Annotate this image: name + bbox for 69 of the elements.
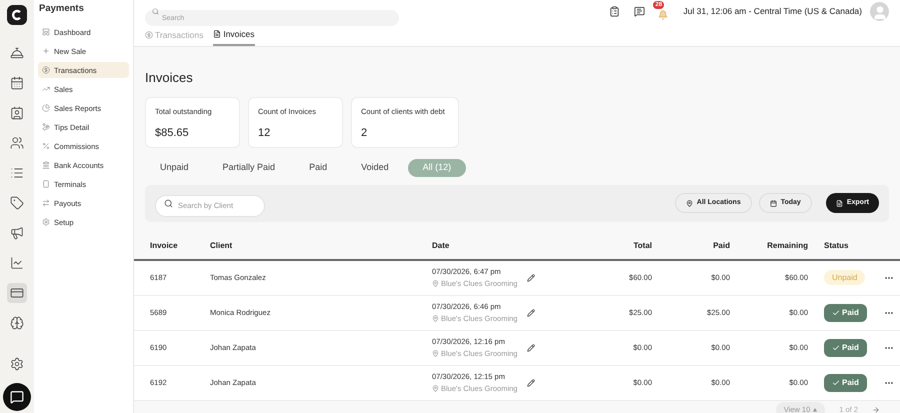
layout-icon — [42, 28, 50, 36]
edit-icon[interactable] — [527, 378, 536, 386]
chat-button[interactable] — [3, 383, 31, 411]
column-header: Paid — [712, 240, 730, 252]
column-header: Status — [823, 240, 850, 252]
search-icon — [152, 8, 159, 15]
pin-icon — [432, 350, 439, 358]
page-title: Invoices — [145, 69, 194, 87]
column-header: Invoice — [149, 240, 179, 252]
calendar-icon — [10, 76, 24, 90]
edit-icon[interactable] — [527, 344, 536, 352]
clipboard-icon[interactable] — [609, 6, 620, 17]
column-header: Remaining — [766, 240, 808, 252]
edit-icon[interactable] — [527, 274, 536, 282]
filter-tab[interactable]: Paid — [294, 158, 342, 176]
settings-icon[interactable] — [10, 357, 24, 371]
calendar-icon — [770, 200, 777, 206]
percent-icon — [42, 142, 50, 150]
bank-icon — [42, 161, 50, 170]
check-icon — [832, 378, 840, 386]
tab[interactable]: Invoices — [213, 24, 255, 46]
pin-icon — [432, 315, 439, 322]
people-icon — [10, 136, 24, 150]
next-page-icon[interactable] — [872, 406, 880, 413]
caret-icon — [813, 408, 818, 412]
phone-icon — [42, 180, 50, 188]
status-badge: Paid — [824, 304, 867, 322]
dollar-icon — [42, 66, 50, 74]
contact-card-icon — [10, 106, 24, 120]
sidebar-title: Payments — [38, 2, 85, 16]
logo-icon[interactable] — [7, 5, 27, 25]
stat-value: $85.65 — [155, 126, 190, 141]
filter-tab[interactable]: Voided — [346, 158, 404, 176]
hand-coins-icon — [42, 123, 50, 132]
plus-icon — [42, 47, 50, 56]
rail-button[interactable] — [7, 283, 27, 303]
document-icon — [836, 200, 843, 206]
edit-icon[interactable] — [527, 308, 536, 316]
search-icon — [164, 198, 173, 208]
check-icon — [832, 308, 840, 316]
settings-icon — [42, 218, 50, 226]
status-badge: Paid — [824, 374, 867, 392]
message-icon[interactable] — [634, 6, 646, 17]
column-header: Client — [210, 240, 234, 252]
bell-icon — [10, 46, 24, 60]
arrows-icon — [42, 199, 50, 208]
filter-tab[interactable]: Unpaid — [145, 158, 204, 176]
chart-icon — [10, 256, 24, 270]
document-icon — [213, 30, 222, 38]
status-badge: Paid — [824, 338, 867, 356]
filter-tab[interactable]: Partially Paid — [208, 158, 290, 176]
brain-icon — [10, 316, 24, 330]
megaphone-icon — [10, 226, 24, 240]
dollar-icon — [145, 31, 153, 39]
credit-card-icon — [10, 286, 24, 300]
pin-icon — [686, 200, 693, 206]
trend-icon — [42, 85, 50, 94]
pin-icon — [432, 385, 439, 392]
column-header: Date — [432, 240, 450, 252]
status-badge: Unpaid — [824, 270, 866, 284]
pin-icon — [432, 280, 439, 288]
pie-chart-icon — [42, 104, 50, 112]
tag-icon — [10, 196, 24, 210]
check-icon — [832, 344, 840, 352]
stat-value: 12 — [258, 126, 272, 141]
datetime-text: Jul 31, 12:06 am - Central Time (US & Canada) — [683, 5, 862, 18]
column-header: Total — [632, 240, 652, 252]
stat-value: 2 — [361, 126, 368, 141]
chat-icon — [10, 390, 24, 404]
